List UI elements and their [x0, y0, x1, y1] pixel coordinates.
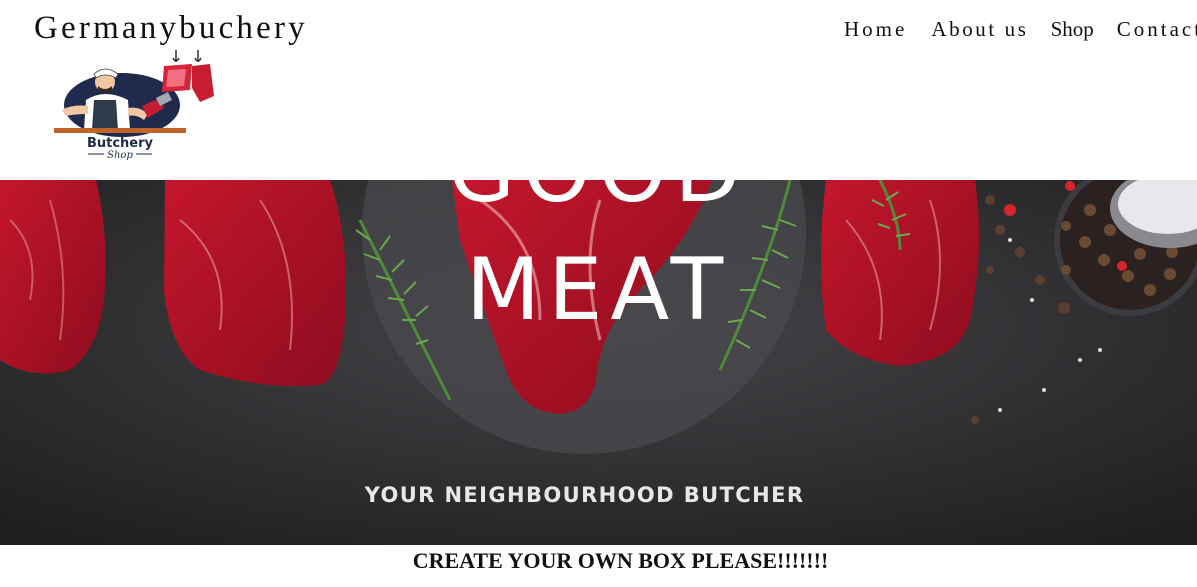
site-header: Germanybuchery Butchery Shop Home About …: [0, 0, 1197, 180]
hero-word-good: GOOD: [0, 180, 1197, 222]
nav-link-about-us[interactable]: About us: [931, 17, 1028, 42]
logo-text-line1: Butchery: [87, 136, 154, 151]
nav-link-shop[interactable]: Shop: [1051, 17, 1094, 42]
create-box-heading: CREATE YOUR OWN BOX PLEASE!!!!!!!: [412, 548, 829, 573]
site-title[interactable]: Germanybuchery: [34, 10, 308, 47]
hero-tagline: YOUR NEIGHBOURHOOD BUTCHER: [364, 483, 805, 507]
nav-link-contact[interactable]: Contact: [1117, 17, 1197, 42]
nav-link-home[interactable]: Home: [844, 17, 907, 42]
hero-banner: GOOD MEAT YOUR NEIGHBOURHOOD BUTCHER: [0, 180, 1197, 545]
logo-text-line2: Shop: [107, 150, 133, 161]
butchery-logo[interactable]: Butchery Shop: [32, 48, 232, 170]
hero-word-meat: MEAT: [465, 240, 732, 340]
main-nav: Home About us Shop Contact: [844, 17, 1197, 42]
butchery-logo-image: Butchery Shop: [54, 50, 214, 161]
